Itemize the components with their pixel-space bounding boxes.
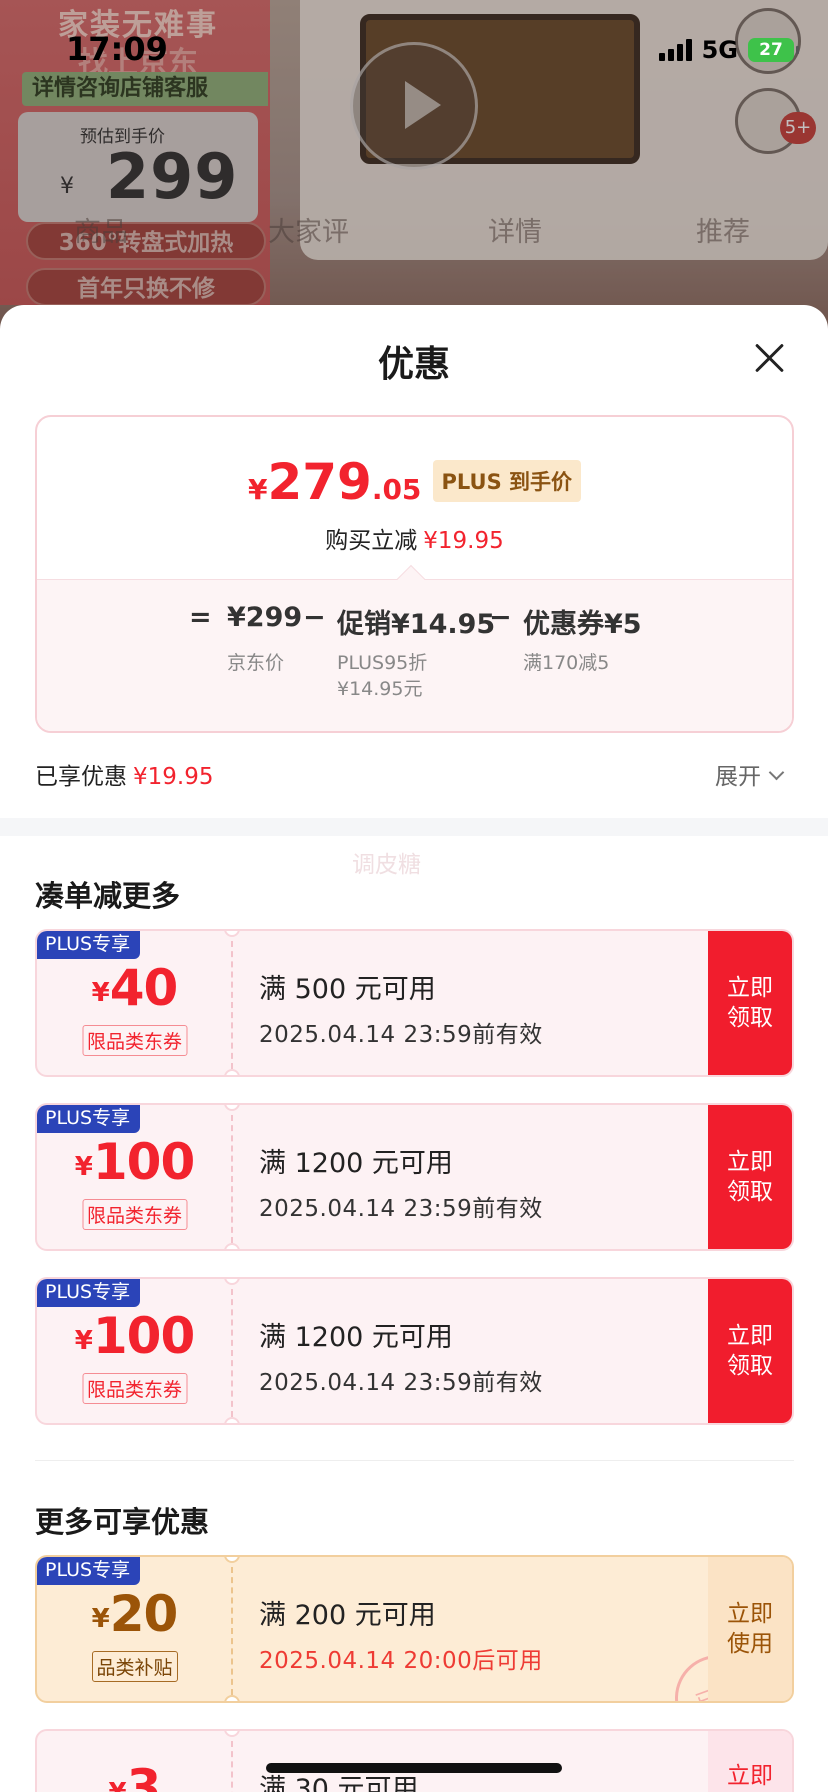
claim-coupon-button[interactable]: 立即 领取 [708, 931, 792, 1075]
final-price-decimal: .05 [371, 473, 422, 506]
chevron-down-icon [768, 764, 785, 781]
coupon-value: 20 [109, 1585, 179, 1643]
coupon-card: PLUS专享 ¥100 限品类东券 满 1200 元可用 2025.04.14 … [35, 1277, 794, 1425]
coupon-separator [231, 1741, 233, 1792]
price-breakdown-card: ¥279.05 PLUS 到手价 购买立减 ¥19.95 = ¥299 京东价 −… [35, 415, 794, 733]
coupon-type: 品类补贴 [91, 1651, 178, 1682]
coupon-currency: ¥ [74, 1326, 93, 1356]
expand-button[interactable]: 展开 [715, 757, 785, 791]
claim-button-label: 立即 [727, 1763, 773, 1789]
discount-sheet: 优惠 ¥279.05 PLUS 到手价 购买立减 ¥19.95 = ¥299 京东… [0, 305, 828, 1792]
subsidy-coupon-card: PLUS专享 ¥20 品类补贴 满 200 元可用 2025.04.14 20:… [35, 1555, 794, 1703]
claim-coupon-button[interactable]: 立即 领取 [708, 1279, 792, 1423]
coupon-condition: 满 500 元可用 [259, 974, 436, 1005]
plus-exclusive-badge: PLUS专享 [37, 931, 141, 959]
plus-price-tag: PLUS 到手价 [432, 460, 582, 502]
section-title-bundle: 凑单减更多 [35, 879, 181, 913]
use-button-label: 立即 使用 [727, 1601, 773, 1657]
formula-coupon-sub: 满170减5 [523, 652, 610, 674]
coupon-type: 限品类东券 [81, 1373, 188, 1404]
status-time: 17:09 [66, 30, 168, 68]
formula-equals: = [189, 602, 212, 633]
coupon-validity: 2025.04.14 23:59前有效 [259, 1196, 543, 1222]
enjoyed-discount-amount: ¥19.95 [133, 764, 214, 790]
signal-icon [658, 39, 692, 61]
coupon-validity: 2025.04.14 20:00后可用 [259, 1648, 543, 1674]
battery-icon: 27 [748, 38, 799, 62]
coupon-currency: ¥ [74, 1152, 93, 1182]
plus-exclusive-badge: PLUS专享 [37, 1279, 141, 1307]
formula-jd-price-label: 京东价 [227, 652, 285, 674]
claim-button-label: 立即 领取 [727, 1323, 773, 1379]
claim-coupon-button[interactable]: 立即 领取 [708, 1105, 792, 1249]
status-indicators: 5G 27 [658, 36, 799, 64]
coupon-amount: ¥3 [37, 1759, 232, 1792]
claim-coupon-button[interactable]: 立即 [708, 1731, 792, 1792]
coupon-value: 40 [109, 959, 179, 1017]
coupon-notch [224, 1695, 240, 1701]
formula-coupon: 优惠券¥5 [523, 609, 642, 640]
final-price-currency: ¥ [247, 473, 268, 506]
formula-promo-sub: PLUS95折 [337, 652, 428, 674]
watermark: 调皮糖 [352, 852, 421, 878]
coupon-value: 3 [126, 1759, 162, 1792]
claim-button-label: 立即 领取 [727, 975, 773, 1031]
close-icon[interactable] [748, 337, 790, 379]
coupon-notch [224, 1243, 240, 1249]
coupon-condition: 满 200 元可用 [259, 1600, 436, 1631]
network-type: 5G [701, 36, 738, 64]
formula-promo-sub: ¥14.95元 [337, 678, 423, 700]
coupon-type: 限品类东券 [81, 1199, 188, 1230]
coupon-separator [231, 1115, 233, 1243]
final-price-integer: 279 [267, 453, 372, 511]
coupon-amount: ¥100 [37, 1133, 232, 1191]
enjoyed-discount-label: 已享优惠 [35, 764, 127, 790]
plus-exclusive-badge: PLUS专享 [37, 1105, 141, 1133]
coupon-validity: 2025.04.14 23:59前有效 [259, 1022, 543, 1048]
formula-minus: − [303, 602, 326, 633]
formula-jd-price: ¥299 [227, 602, 303, 633]
coupon-notch [224, 1069, 240, 1075]
expand-label: 展开 [715, 764, 761, 790]
section-divider [35, 1460, 794, 1461]
sheet-title: 优惠 [377, 344, 450, 385]
coupon-card: ¥3 满 30 元可用 立即 [35, 1729, 794, 1792]
coupon-currency: ¥ [109, 1778, 127, 1792]
coupon-amount: ¥20 [37, 1585, 232, 1643]
coupon-card: PLUS专享 ¥40 限品类东券 满 500 元可用 2025.04.14 23… [35, 929, 794, 1077]
coupon-type: 限品类东券 [81, 1025, 188, 1056]
coupon-amount: ¥40 [37, 959, 232, 1017]
coupon-separator [231, 1289, 233, 1417]
section-title-more-offers: 更多可享优惠 [35, 1505, 210, 1539]
plus-exclusive-badge: PLUS专享 [37, 1557, 141, 1585]
coupon-amount: ¥100 [37, 1307, 232, 1365]
coupon-currency: ¥ [91, 1604, 110, 1634]
instant-discount-label: 购买立减 [325, 528, 418, 554]
coupon-card: PLUS专享 ¥100 限品类东券 满 1200 元可用 2025.04.14 … [35, 1103, 794, 1251]
coupon-condition: 满 1200 元可用 [259, 1322, 453, 1353]
instant-discount: 购买立减 ¥19.95 [37, 521, 792, 555]
enjoyed-discount: 已享优惠 ¥19.95 [35, 757, 213, 791]
price-formula: = ¥299 京东价 − 促销¥14.95 PLUS95折 ¥14.95元 − … [37, 579, 792, 731]
coupon-separator [231, 1567, 233, 1695]
claim-button-label: 立即 领取 [727, 1149, 773, 1205]
formula-promo: 促销¥14.95 [337, 609, 496, 640]
coupon-currency: ¥ [91, 978, 110, 1008]
coupon-value: 100 [92, 1307, 195, 1365]
home-indicator [266, 1763, 562, 1773]
section-divider [0, 818, 828, 836]
use-coupon-button[interactable]: 立即 使用 [708, 1557, 792, 1701]
instant-discount-amount: ¥19.95 [423, 528, 504, 554]
coupon-separator [231, 941, 233, 1069]
coupon-notch [224, 1417, 240, 1423]
formula-minus: − [489, 602, 512, 633]
final-price: ¥279.05 PLUS 到手价 [37, 453, 792, 511]
coupon-condition: 满 1200 元可用 [259, 1148, 453, 1179]
coupon-value: 100 [92, 1133, 195, 1191]
coupon-validity: 2025.04.14 23:59前有效 [259, 1370, 543, 1396]
